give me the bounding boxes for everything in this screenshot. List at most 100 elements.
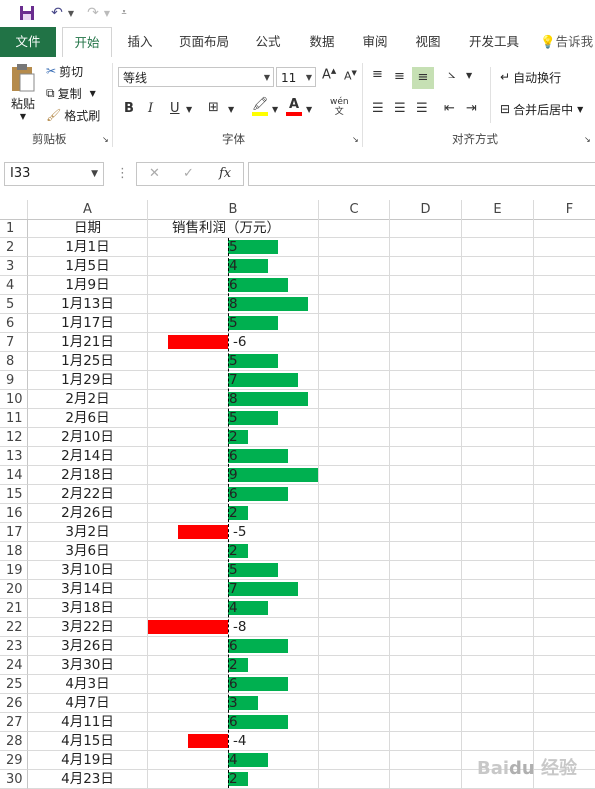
date-cell[interactable]: 3月26日 xyxy=(28,637,148,656)
cell[interactable] xyxy=(319,580,390,599)
formula-input[interactable] xyxy=(248,162,595,186)
row-header[interactable]: 27 xyxy=(0,713,28,732)
row-header[interactable]: 18 xyxy=(0,542,28,561)
column-header-d[interactable]: D xyxy=(390,200,462,219)
cell[interactable] xyxy=(534,390,595,409)
cell[interactable] xyxy=(534,732,595,751)
cell[interactable] xyxy=(462,580,534,599)
date-cell[interactable]: 2月22日 xyxy=(28,485,148,504)
underline-dropdown-icon[interactable]: ▼ xyxy=(186,105,192,114)
cell[interactable] xyxy=(390,219,462,238)
cell[interactable] xyxy=(534,523,595,542)
cell[interactable] xyxy=(462,523,534,542)
align-middle-icon[interactable]: ≡ xyxy=(394,69,405,84)
date-cell[interactable]: 1月9日 xyxy=(28,276,148,295)
row-header[interactable]: 2 xyxy=(0,238,28,257)
decrease-font-icon[interactable]: A▼ xyxy=(344,69,357,83)
select-all-corner[interactable] xyxy=(0,200,28,219)
cell[interactable] xyxy=(534,713,595,732)
column-header-a[interactable]: A xyxy=(28,200,148,219)
cell[interactable] xyxy=(390,238,462,257)
cell[interactable] xyxy=(534,257,595,276)
enter-icon[interactable]: ✓ xyxy=(183,166,194,181)
cell[interactable] xyxy=(534,238,595,257)
tab-page-layout[interactable]: 页面布局 xyxy=(172,27,236,57)
date-cell[interactable]: 1月25日 xyxy=(28,352,148,371)
tab-file[interactable]: 文件 xyxy=(0,27,56,57)
row-header[interactable]: 21 xyxy=(0,599,28,618)
cell[interactable] xyxy=(390,466,462,485)
font-color-dropdown-icon[interactable]: ▼ xyxy=(306,105,312,114)
align-right-icon[interactable]: ☰ xyxy=(416,101,428,116)
row-header[interactable]: 4 xyxy=(0,276,28,295)
cancel-icon[interactable]: ✕ xyxy=(149,166,160,181)
date-cell[interactable]: 4月15日 xyxy=(28,732,148,751)
date-cell[interactable]: 4月3日 xyxy=(28,675,148,694)
row-header[interactable]: 15 xyxy=(0,485,28,504)
cell[interactable] xyxy=(319,618,390,637)
cell[interactable] xyxy=(390,694,462,713)
more-options-icon[interactable]: ⋮ xyxy=(116,166,129,181)
cell[interactable] xyxy=(534,675,595,694)
row-header[interactable]: 6 xyxy=(0,314,28,333)
align-left-icon[interactable]: ☰ xyxy=(372,101,384,116)
cell[interactable] xyxy=(462,447,534,466)
cell[interactable] xyxy=(390,675,462,694)
tab-developer[interactable]: 开发工具 xyxy=(462,27,526,57)
row-header[interactable]: 26 xyxy=(0,694,28,713)
tab-insert[interactable]: 插入 xyxy=(118,27,162,57)
font-name-select[interactable]: 等线 ▼ xyxy=(118,67,274,87)
cell[interactable] xyxy=(534,580,595,599)
header-cell-profit[interactable]: 销售利润（万元） xyxy=(148,219,319,238)
column-header-e[interactable]: E xyxy=(462,200,534,219)
cell[interactable] xyxy=(462,504,534,523)
row-header[interactable]: 16 xyxy=(0,504,28,523)
cell[interactable] xyxy=(390,257,462,276)
insert-function-icon[interactable]: fx xyxy=(219,166,231,181)
cell[interactable] xyxy=(462,314,534,333)
cell[interactable] xyxy=(319,751,390,770)
cell[interactable] xyxy=(462,276,534,295)
row-header[interactable]: 29 xyxy=(0,751,28,770)
tab-formulas[interactable]: 公式 xyxy=(248,27,288,57)
cell[interactable] xyxy=(390,732,462,751)
date-cell[interactable]: 1月17日 xyxy=(28,314,148,333)
cell[interactable] xyxy=(462,428,534,447)
cell[interactable] xyxy=(319,504,390,523)
column-header-b[interactable]: B xyxy=(148,200,319,219)
cell[interactable] xyxy=(390,770,462,789)
cell[interactable] xyxy=(534,352,595,371)
cell[interactable] xyxy=(534,276,595,295)
tab-data[interactable]: 数据 xyxy=(300,27,344,57)
cell[interactable] xyxy=(390,523,462,542)
cell[interactable] xyxy=(462,656,534,675)
cell[interactable] xyxy=(319,466,390,485)
underline-button[interactable]: U xyxy=(170,101,180,116)
cell[interactable] xyxy=(534,447,595,466)
cell[interactable] xyxy=(319,428,390,447)
date-cell[interactable]: 2月2日 xyxy=(28,390,148,409)
cell[interactable] xyxy=(534,428,595,447)
row-header[interactable]: 11 xyxy=(0,409,28,428)
cell[interactable] xyxy=(534,599,595,618)
cell[interactable] xyxy=(390,333,462,352)
row-header[interactable]: 22 xyxy=(0,618,28,637)
row-header[interactable]: 17 xyxy=(0,523,28,542)
header-cell-date[interactable]: 日期 xyxy=(28,219,148,238)
tab-review[interactable]: 审阅 xyxy=(354,27,396,57)
cell[interactable] xyxy=(534,504,595,523)
increase-font-icon[interactable]: A▲ xyxy=(322,67,336,82)
orientation-dropdown-icon[interactable]: ▼ xyxy=(466,71,472,80)
cell[interactable] xyxy=(319,409,390,428)
cell[interactable] xyxy=(534,561,595,580)
cell[interactable] xyxy=(534,333,595,352)
align-center-icon[interactable]: ☰ xyxy=(394,101,406,116)
cell[interactable] xyxy=(462,713,534,732)
cell[interactable] xyxy=(534,542,595,561)
redo-dropdown-icon[interactable]: ▼ xyxy=(102,3,112,23)
cell[interactable] xyxy=(390,447,462,466)
cell[interactable] xyxy=(462,238,534,257)
cell[interactable] xyxy=(534,637,595,656)
row-header[interactable]: 5 xyxy=(0,295,28,314)
row-header[interactable]: 10 xyxy=(0,390,28,409)
